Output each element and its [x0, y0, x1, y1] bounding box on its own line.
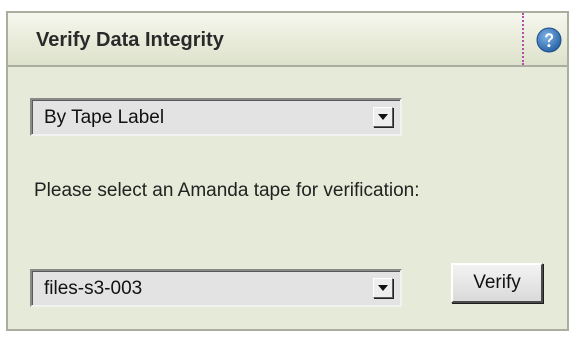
verify-data-integrity-panel: Verify Data Integrity By Tape Label Plea… [6, 11, 569, 331]
chevron-down-icon[interactable] [373, 107, 393, 127]
help-icon[interactable] [536, 27, 562, 53]
chevron-down-icon[interactable] [373, 278, 393, 298]
verification-method-select[interactable]: By Tape Label [30, 98, 402, 136]
verification-method-value: By Tape Label [44, 107, 165, 128]
tape-selection-prompt: Please select an Amanda tape for verific… [34, 180, 420, 201]
amanda-tape-select[interactable]: files-s3-003 [30, 269, 402, 307]
verify-button[interactable]: Verify [451, 263, 543, 303]
header-divider [522, 13, 524, 65]
panel-header: Verify Data Integrity [8, 13, 567, 67]
amanda-tape-value: files-s3-003 [44, 278, 143, 299]
panel-title: Verify Data Integrity [36, 29, 224, 51]
